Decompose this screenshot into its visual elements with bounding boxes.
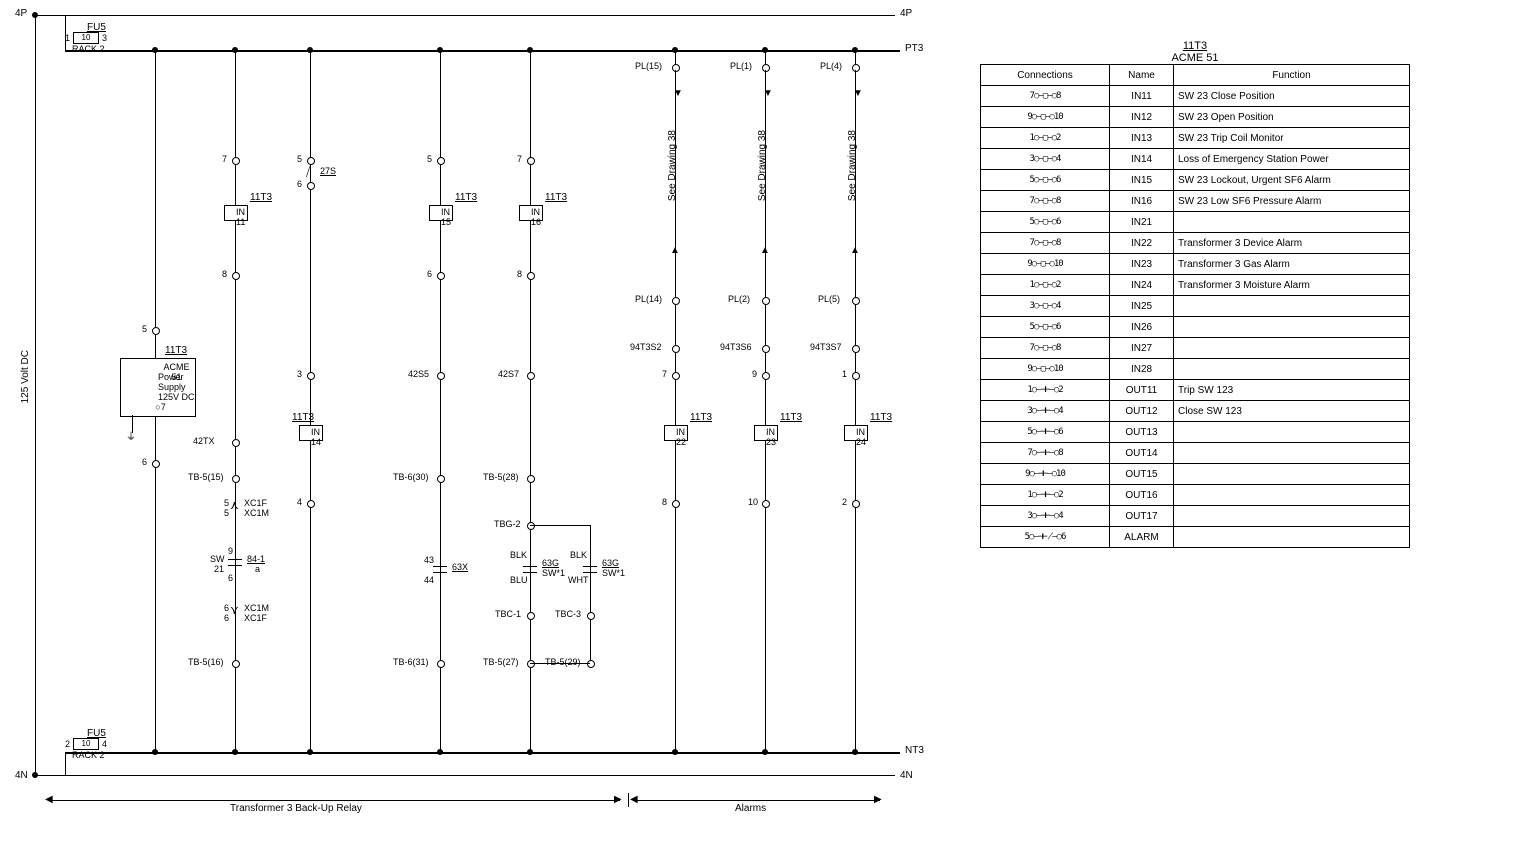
table-row: 3○—⊣⊢—○4OUT17: [981, 506, 1410, 527]
table-row: 7○—▢—○8IN16SW 23 Low SF6 Pressure Alarm: [981, 191, 1410, 212]
table-row: 3○—⊣⊢—○4OUT12Close SW 123: [981, 401, 1410, 422]
in23-box: IN23: [754, 425, 778, 441]
ps-hdr: 11T3: [165, 345, 187, 356]
in14-box: IN14: [299, 425, 323, 441]
fuse-bot: 10: [73, 738, 99, 750]
schematic: 4P 4P PT3 125 Volt DC FU5 1 3 10 RACK 2 …: [10, 10, 930, 830]
power-supply: ACME 51 Power Supply 125V DC ○7: [120, 358, 196, 417]
in22-box: IN22: [664, 425, 688, 441]
fuse-top-rack: RACK 2: [72, 44, 105, 54]
table-row: 5○—⊣⊬—○6ALARM: [981, 527, 1410, 548]
table-row: 7○—⊣⊢—○8OUT14: [981, 443, 1410, 464]
table-row: 1○—⊣⊢—○2OUT16: [981, 485, 1410, 506]
table-row: 1○—▢—○2IN24Transformer 3 Moisture Alarm: [981, 275, 1410, 296]
table-row: 9○—▢—○10IN23Transformer 3 Gas Alarm: [981, 254, 1410, 275]
in16-box: IN16: [519, 205, 543, 221]
table-row: 5○—⊣⊢—○6OUT13: [981, 422, 1410, 443]
th-name: Name: [1110, 65, 1174, 86]
table-row: 3○—▢—○4IN25: [981, 296, 1410, 317]
table-row: 7○—▢—○8IN22Transformer 3 Device Alarm: [981, 233, 1410, 254]
fuse-bot-rack: RACK 2: [72, 750, 105, 760]
table-row: 3○—▢—○4IN14Loss of Emergency Station Pow…: [981, 149, 1410, 170]
table-row: 9○—▢—○10IN12SW 23 Open Position: [981, 107, 1410, 128]
label-pt3: PT3: [905, 43, 923, 54]
label-4p-right: 4P: [900, 8, 912, 19]
label-4p-left: 4P: [15, 8, 27, 19]
connection-table: 11T3 ACME 51 Connections Name Function 7…: [980, 40, 1410, 830]
in24-box: IN24: [844, 425, 868, 441]
th-function: Function: [1174, 65, 1410, 86]
th-connections: Connections: [981, 65, 1110, 86]
table-row: 5○—▢—○6IN26: [981, 317, 1410, 338]
bus-pt3: [65, 50, 900, 52]
in15-box: IN15: [429, 205, 453, 221]
label-nt3: NT3: [905, 745, 924, 756]
bus-4p: [35, 15, 895, 16]
in11-box: IN11: [224, 205, 248, 221]
label-4n-left: 4N: [15, 770, 28, 781]
table-row: 9○—⊣⊢—○10OUT15: [981, 464, 1410, 485]
table-row: 1○—⊣⊢—○2OUT11Trip SW 123: [981, 380, 1410, 401]
table-row: 9○—▢—○10IN28: [981, 359, 1410, 380]
label-125vdc: 125 Volt DC: [20, 350, 31, 403]
table-title: ACME 51: [1171, 52, 1218, 64]
table-title-top: 11T3: [1183, 40, 1207, 52]
bus-nt3: [65, 752, 900, 754]
bus-4n: [35, 775, 895, 776]
table-row: 5○—▢—○6IN15SW 23 Lockout, Urgent SF6 Ala…: [981, 170, 1410, 191]
table-row: 7○—▢—○8IN27: [981, 338, 1410, 359]
section-right: Alarms: [735, 803, 766, 814]
table-row: 1○—▢—○2IN13SW 23 Trip Coil Monitor: [981, 128, 1410, 149]
line-main-left: [35, 15, 36, 775]
section-left: Transformer 3 Back-Up Relay: [230, 803, 362, 814]
ground-icon: ⏚: [126, 428, 136, 443]
fuse-top: 10: [73, 32, 99, 44]
label-4n-right: 4N: [900, 770, 913, 781]
table-row: 7○—▢—○8IN11SW 23 Close Position: [981, 86, 1410, 107]
table-row: 5○—▢—○6IN21: [981, 212, 1410, 233]
